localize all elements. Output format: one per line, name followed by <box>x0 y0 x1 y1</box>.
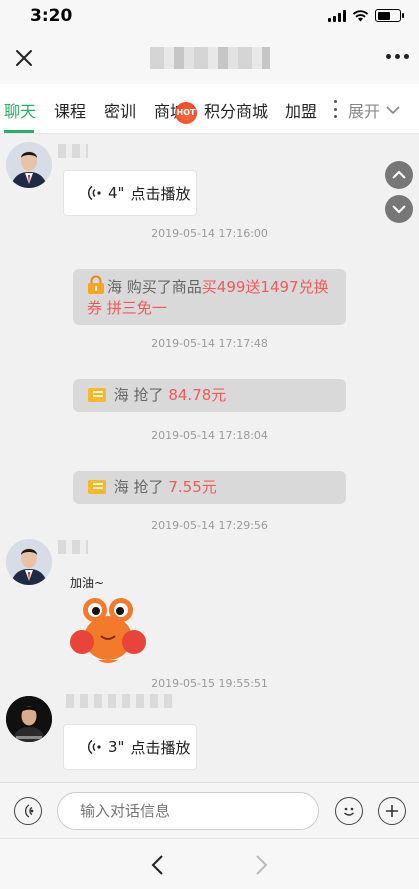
tab-bar: 聊天 课程 密训 商城 HOT 积分商城 加盟 展开 <box>0 84 419 134</box>
close-icon[interactable] <box>12 46 36 70</box>
chat-area[interactable]: 4" 点击播放 2019-05-14 17:16:00 海 购买了商品买499送… <box>0 134 419 782</box>
timestamp: 2019-05-15 19:55:51 <box>151 677 268 690</box>
status-icons <box>328 9 404 22</box>
notice-text: 海 购买了商品 <box>107 278 202 296</box>
expand-label: 展开 <box>348 102 381 121</box>
more-options-icon[interactable] <box>386 54 409 59</box>
browser-bottom-nav <box>0 838 419 889</box>
lock-icon <box>88 275 104 294</box>
avatar[interactable] <box>6 539 52 585</box>
voice-input-button[interactable] <box>14 797 42 825</box>
red-packet-icon <box>88 480 106 494</box>
status-time: 3:20 <box>30 6 73 26</box>
tab-course[interactable]: 课程 <box>54 98 86 122</box>
sender-name-blurred <box>66 694 174 708</box>
voice-duration: 3" <box>108 738 125 756</box>
nav-bar <box>0 34 419 84</box>
avatar[interactable] <box>6 142 52 188</box>
voice-message[interactable]: 3" 点击播放 <box>63 724 197 770</box>
timestamp: 2019-05-14 17:18:04 <box>151 429 268 442</box>
status-bar: 3:20 <box>0 0 419 34</box>
red-packet-notice: 海 抢了 84.78元 <box>73 379 346 412</box>
notice-amount: 84.78元 <box>168 386 227 404</box>
add-button[interactable] <box>378 797 406 825</box>
sender-name-blurred <box>58 144 88 158</box>
notice-text: 海 抢了 <box>113 386 164 404</box>
tab-points-mall[interactable]: 积分商城 <box>204 98 268 122</box>
voice-duration: 4" <box>108 184 125 202</box>
purchase-notice: 海 购买了商品买499送1497兑换券 拼三免一 <box>73 269 346 325</box>
signal-icon <box>328 9 346 22</box>
wifi-icon <box>352 10 369 22</box>
expand-button[interactable]: 展开 <box>348 98 400 122</box>
tab-divider-icon <box>332 100 338 118</box>
timestamp: 2019-05-14 17:17:48 <box>151 337 268 350</box>
notice-amount: 7.55元 <box>168 478 217 496</box>
cheer-sticker[interactable]: 加油~ <box>68 572 148 664</box>
back-icon[interactable] <box>150 854 166 876</box>
voice-play-label: 点击播放 <box>130 738 191 757</box>
emoji-icon <box>344 807 354 816</box>
input-bar <box>0 782 419 838</box>
plus-icon <box>386 805 398 817</box>
tab-active-indicator <box>4 130 34 133</box>
red-packet-icon <box>88 388 106 402</box>
sender-name-blurred <box>58 540 88 554</box>
sticker-caption: 加油~ <box>70 576 105 590</box>
page-title-blurred <box>150 47 270 69</box>
voice-message[interactable]: 4" 点击播放 <box>63 170 197 216</box>
avatar[interactable] <box>6 696 52 742</box>
voice-play-label: 点击播放 <box>130 184 191 203</box>
voice-wave-icon <box>88 185 101 201</box>
chevron-down-icon <box>386 106 400 115</box>
forward-icon[interactable] <box>253 854 269 876</box>
tab-training[interactable]: 密训 <box>104 98 136 122</box>
scroll-up-button[interactable] <box>385 161 413 189</box>
emoji-button[interactable] <box>335 797 363 825</box>
battery-icon <box>375 9 404 22</box>
message-input[interactable] <box>57 792 319 830</box>
scroll-down-button[interactable] <box>385 195 413 223</box>
chevron-down-icon <box>392 205 406 214</box>
voice-wave-icon <box>88 739 101 755</box>
timestamp: 2019-05-14 17:16:00 <box>151 227 268 240</box>
voice-icon <box>25 804 34 818</box>
sticker-image <box>70 598 146 663</box>
timestamp: 2019-05-14 17:29:56 <box>151 519 268 532</box>
red-packet-notice: 海 抢了 7.55元 <box>73 471 346 504</box>
notice-text: 海 抢了 <box>113 478 164 496</box>
chevron-up-icon <box>392 170 406 179</box>
hot-badge: HOT <box>175 102 197 124</box>
tab-chat[interactable]: 聊天 <box>4 98 36 122</box>
tab-franchise[interactable]: 加盟 <box>285 98 317 122</box>
